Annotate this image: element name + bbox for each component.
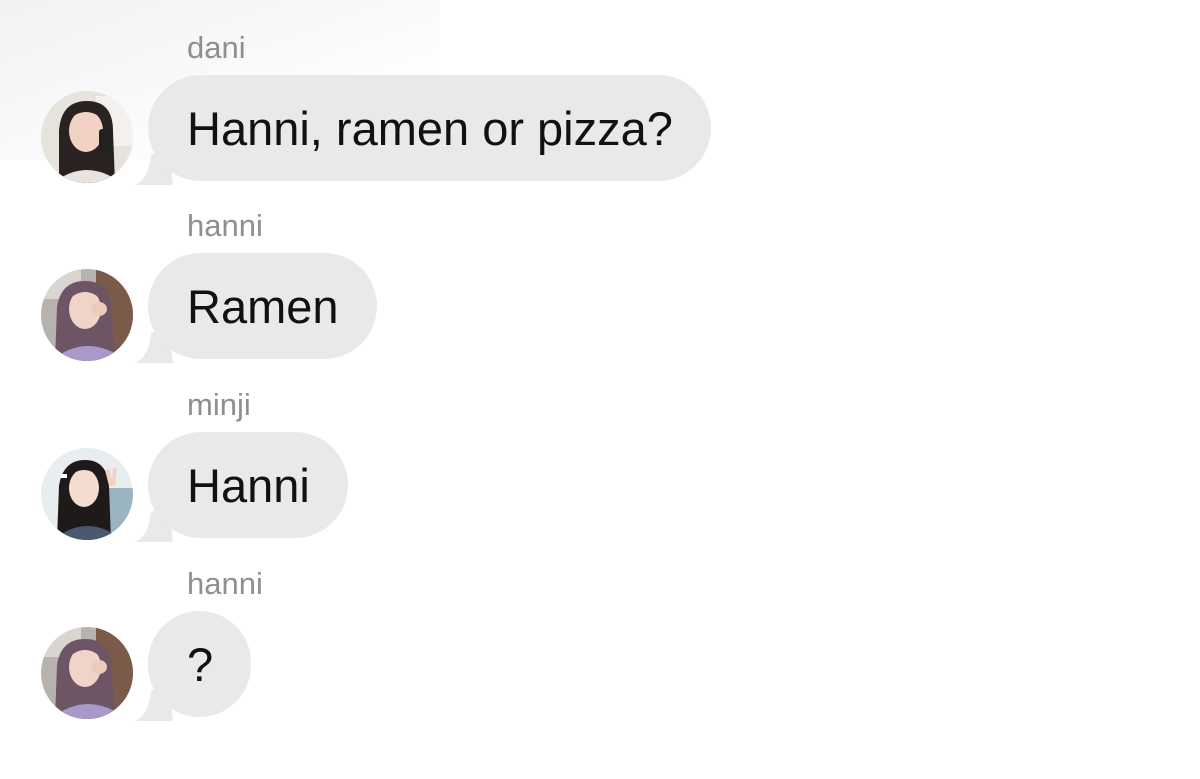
message-bubble[interactable]: Ramen: [148, 253, 377, 359]
sender-name: hanni: [187, 208, 263, 243]
avatar[interactable]: [41, 627, 133, 719]
message-row: hanni ?: [0, 566, 1200, 744]
message-bubble-wrap: Hanni: [133, 432, 348, 542]
message-bubble-wrap: Hanni, ramen or pizza?: [133, 75, 711, 185]
message-bubble[interactable]: ?: [148, 611, 252, 717]
message-bubble[interactable]: Hanni, ramen or pizza?: [148, 75, 711, 181]
avatar[interactable]: [41, 269, 133, 361]
message-bubble[interactable]: Hanni: [148, 432, 348, 538]
message-row: minji Hanni: [0, 387, 1200, 565]
message-bubble-wrap: Ramen: [133, 253, 377, 363]
sender-name: hanni: [187, 566, 263, 601]
avatar[interactable]: [41, 91, 133, 183]
message-row: dani Hanni, ramen or pizza?: [0, 30, 1200, 208]
message-bubble-wrap: ?: [133, 611, 252, 721]
message-row: hanni Ramen: [0, 208, 1200, 386]
sender-name: dani: [187, 30, 246, 65]
message-thread: dani Hanni, ramen or pizza? hanni Ramen …: [0, 0, 1200, 779]
avatar[interactable]: [41, 448, 133, 540]
sender-name: minji: [187, 387, 251, 422]
